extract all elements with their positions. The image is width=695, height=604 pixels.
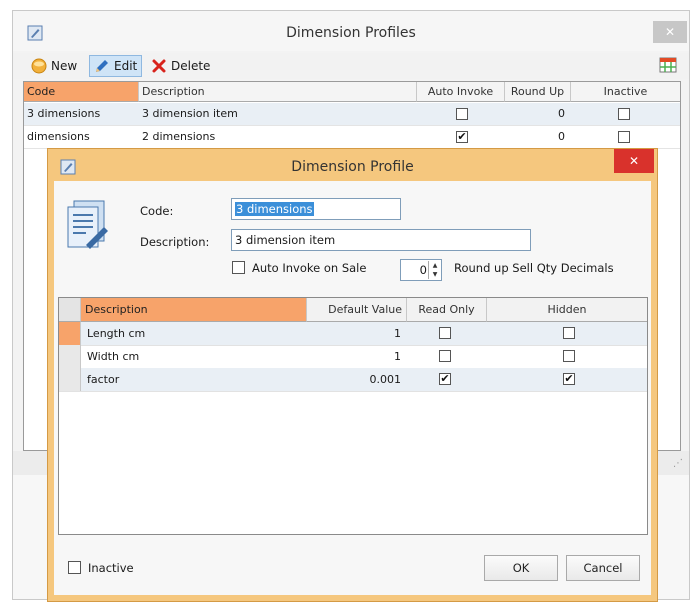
code-field-value: 3 dimensions: [235, 202, 314, 216]
resize-grip-icon[interactable]: ⋰: [673, 457, 687, 471]
dialog-body: Code: 3 dimensions Description: 3 dimens…: [54, 181, 651, 595]
table-row[interactable]: Length cm 1: [59, 322, 647, 346]
description-field[interactable]: 3 dimension item: [231, 229, 531, 251]
outer-window-title: Dimension Profiles: [286, 25, 416, 41]
app-edit-icon: [60, 159, 76, 175]
grid-layout-icon[interactable]: [659, 57, 677, 73]
cell-description: 3 dimension item: [142, 107, 238, 120]
auto-invoke-on-sale-checkbox[interactable]: [232, 261, 245, 274]
table-row[interactable]: 3 dimensions 3 dimension item 0: [24, 103, 680, 126]
column-header-description[interactable]: Description: [81, 298, 307, 322]
auto-invoke-checkbox[interactable]: [456, 108, 468, 120]
cell-code: 3 dimensions: [27, 107, 101, 120]
dialog-title-bar: Dimension Profile: [48, 149, 657, 181]
cell-default-value: 1: [394, 350, 401, 363]
edit-button-label: Edit: [114, 59, 138, 73]
inactive-checkbox[interactable]: [68, 561, 81, 574]
inactive-checkbox[interactable]: [618, 108, 630, 120]
red-x-icon: [152, 59, 166, 73]
read-only-checkbox[interactable]: [439, 327, 451, 339]
column-header-hidden[interactable]: Hidden: [487, 298, 647, 322]
read-only-checkbox[interactable]: [439, 350, 451, 362]
column-header-code[interactable]: Code: [24, 82, 139, 102]
row-indicator[interactable]: [59, 345, 81, 368]
cell-description: Length cm: [87, 327, 146, 340]
table-row[interactable]: Width cm 1: [59, 345, 647, 369]
auto-invoke-on-sale-label: Auto Invoke on Sale: [252, 261, 367, 275]
new-button-label: New: [51, 59, 78, 73]
code-field[interactable]: 3 dimensions: [231, 198, 401, 220]
dialog-title: Dimension Profile: [291, 159, 414, 175]
cell-description: 2 dimensions: [142, 130, 216, 143]
cell-default-value: 0.001: [369, 373, 402, 386]
auto-invoke-checkbox[interactable]: ✔: [456, 131, 468, 143]
toolbar: New Edit Delete: [13, 53, 689, 79]
dimension-profile-dialog: Dimension Profile ✕ Code: 3 dimensions D…: [47, 148, 658, 602]
column-header-read-only[interactable]: Read Only: [407, 298, 487, 322]
grid-corner[interactable]: [59, 298, 81, 322]
cell-code: dimensions: [27, 130, 90, 143]
document-profile-icon: [67, 200, 108, 249]
dialog-close-button[interactable]: ✕: [614, 149, 654, 173]
cell-description: factor: [87, 373, 120, 386]
new-record-icon: [31, 58, 47, 74]
inactive-label: Inactive: [88, 561, 134, 575]
column-header-default-value[interactable]: Default Value: [307, 298, 407, 322]
column-header-inactive[interactable]: Inactive: [571, 82, 680, 102]
table-row[interactable]: factor 0.001 ✔ ✔: [59, 368, 647, 392]
delete-button[interactable]: Delete: [147, 55, 214, 77]
delete-button-label: Delete: [171, 59, 211, 73]
column-header-round-up[interactable]: Round Up: [505, 82, 571, 102]
column-header-auto-invoke[interactable]: Auto Invoke: [417, 82, 505, 102]
read-only-checkbox[interactable]: ✔: [439, 373, 451, 385]
row-indicator[interactable]: [59, 322, 81, 345]
cancel-button[interactable]: Cancel: [566, 555, 640, 581]
code-label: Code:: [140, 204, 174, 218]
app-edit-icon: [27, 25, 43, 41]
stepper-arrows-icon[interactable]: ▲ ▼: [428, 261, 441, 279]
round-up-decimals-label: Round up Sell Qty Decimals: [454, 261, 614, 275]
new-button[interactable]: New: [27, 55, 81, 77]
hidden-checkbox[interactable]: ✔: [563, 373, 575, 385]
description-label: Description:: [140, 235, 210, 249]
outer-title-bar: Dimension Profiles: [13, 11, 689, 51]
column-header-description[interactable]: Description: [139, 82, 417, 102]
row-indicator[interactable]: [59, 368, 81, 391]
ok-button[interactable]: OK: [484, 555, 558, 581]
edit-button[interactable]: Edit: [89, 55, 143, 77]
outer-close-button[interactable]: ✕: [653, 21, 687, 43]
cell-default-value: 1: [394, 327, 401, 340]
pencil-icon: [96, 60, 108, 72]
cell-round-up: 0: [558, 107, 565, 120]
table-row[interactable]: dimensions 2 dimensions ✔ 0: [24, 126, 680, 149]
cell-description: Width cm: [87, 350, 140, 363]
dimensions-grid: Description Default Value Read Only Hidd…: [58, 297, 648, 535]
hidden-checkbox[interactable]: [563, 327, 575, 339]
cell-round-up: 0: [558, 130, 565, 143]
inactive-checkbox[interactable]: [618, 131, 630, 143]
round-up-decimals-value: 0: [419, 263, 427, 277]
round-up-decimals-stepper[interactable]: 0 ▲ ▼: [400, 259, 442, 281]
hidden-checkbox[interactable]: [563, 350, 575, 362]
